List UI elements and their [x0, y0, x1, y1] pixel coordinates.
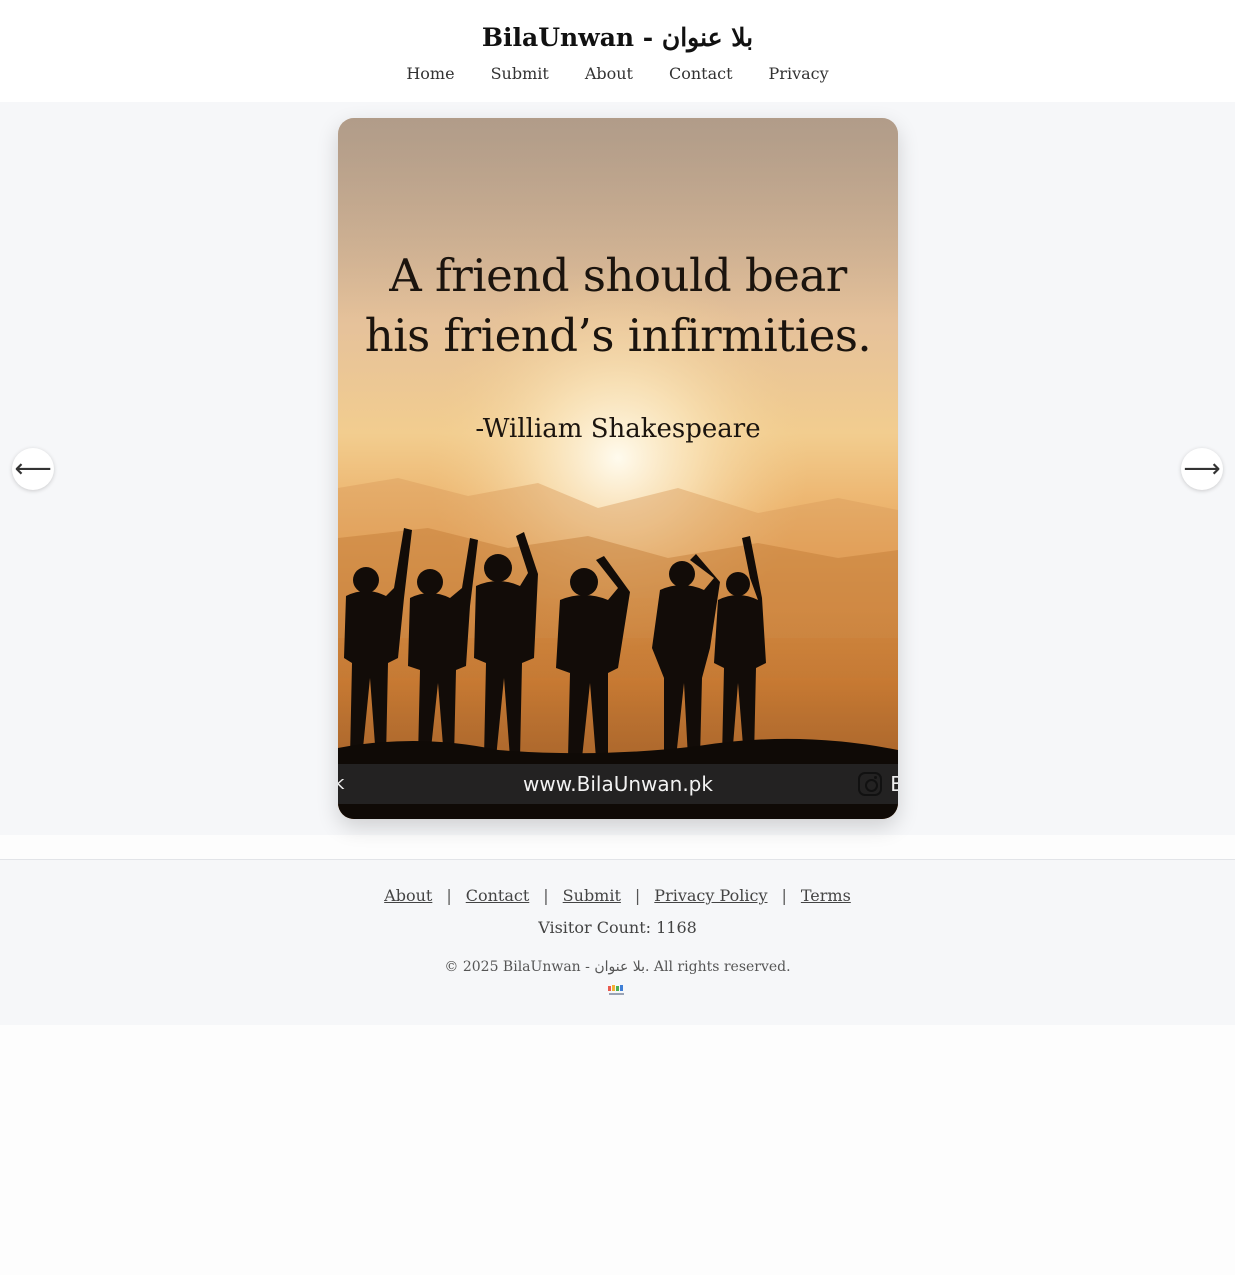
site-header: BilaUnwan - بلا عنوان Home Submit About … [0, 0, 1235, 102]
footer-link-submit[interactable]: Submit [563, 885, 621, 907]
footer-separator: | [446, 886, 452, 905]
watermark-url: www.BilaUnwan.pk [523, 772, 713, 796]
quote-author: -William Shakespeare [475, 414, 761, 444]
next-slide-button[interactable]: ⟶ [1181, 448, 1223, 490]
footer-separator: | [781, 886, 787, 905]
nav-submit[interactable]: Submit [491, 62, 549, 86]
nav-about[interactable]: About [585, 62, 633, 86]
footer-link-about[interactable]: About [384, 885, 432, 907]
quote-line-1: A friend should bear [389, 249, 847, 302]
watermark-bar: k www.BilaUnwan.pk B [338, 764, 898, 804]
prev-slide-button[interactable]: ⟵ [12, 448, 54, 490]
nav-privacy[interactable]: Privacy [769, 62, 829, 86]
footer-link-contact[interactable]: Contact [466, 885, 530, 907]
footer-links: About | Contact | Submit | Privacy Polic… [0, 885, 1235, 907]
sunset-silhouette-illustration [338, 118, 898, 819]
site-logo-icon [608, 985, 624, 995]
quote-line-2: his friend’s infirmities. [364, 309, 872, 362]
visitor-count: Visitor Count: 1168 [538, 918, 697, 937]
footer-link-privacy-policy[interactable]: Privacy Policy [654, 885, 767, 907]
site-title[interactable]: BilaUnwan - بلا عنوان [0, 20, 1235, 56]
main-nav: Home Submit About Contact Privacy [0, 62, 1235, 86]
site-footer: About | Contact | Submit | Privacy Polic… [0, 859, 1235, 1025]
watermark-instagram: B [858, 764, 898, 804]
quote-carousel: ⟵ A friend should bear his friend’s infi… [0, 102, 1235, 835]
instagram-icon [858, 772, 883, 796]
quote-slide-image: A friend should bear his friend’s infirm… [338, 118, 898, 819]
footer-separator: | [543, 886, 549, 905]
arrow-left-icon: ⟵ [14, 454, 52, 484]
watermark-right-text: B [890, 772, 898, 796]
footer-link-terms[interactable]: Terms [801, 885, 851, 907]
arrow-right-icon: ⟶ [1183, 454, 1221, 484]
footer-separator: | [634, 886, 641, 905]
quote-text: A friend should bear his friend’s infirm… [338, 246, 898, 366]
copyright-text: © 2025 BilaUnwan - بلا عنوان. All rights… [444, 959, 791, 975]
nav-home[interactable]: Home [406, 62, 454, 86]
nav-contact[interactable]: Contact [669, 62, 733, 86]
